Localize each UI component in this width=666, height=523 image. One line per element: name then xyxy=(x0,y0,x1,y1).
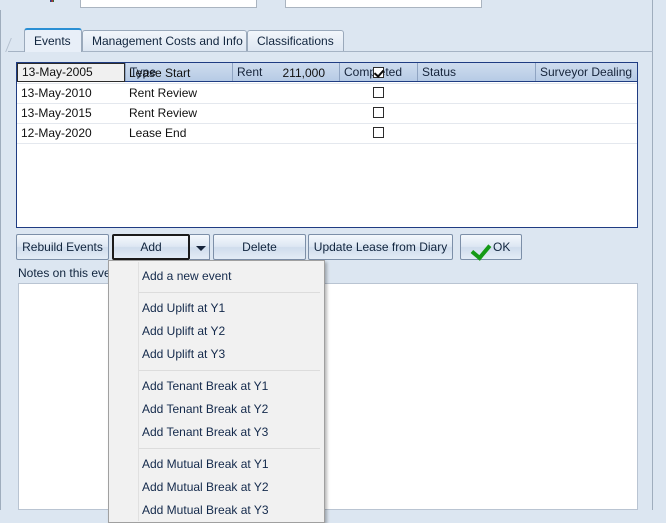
menu-item-add-uplift-at-y3[interactable]: Add Uplift at Y3 xyxy=(109,343,324,366)
window-frame-right-edge xyxy=(652,0,653,510)
completed-checkbox[interactable] xyxy=(372,87,384,98)
events-grid[interactable]: DateTypeRentCompletedStatusSurveyor Deal… xyxy=(16,62,638,228)
add-dropdown-arrow-button[interactable] xyxy=(190,234,210,260)
cell-completed[interactable] xyxy=(339,83,417,103)
green-check-icon xyxy=(470,239,492,261)
menu-item-add-uplift-at-y2[interactable]: Add Uplift at Y2 xyxy=(109,320,324,343)
menu-item-add-mutual-break-at-y2[interactable]: Add Mutual Break at Y2 xyxy=(109,476,324,499)
cell-type[interactable]: Rent Review xyxy=(125,83,232,103)
cell-rent[interactable] xyxy=(232,103,339,123)
cell-surveyor-dealing[interactable] xyxy=(535,83,637,103)
menu-separator xyxy=(139,370,320,371)
cell-date[interactable]: 13-May-2015 xyxy=(17,103,125,123)
update-lease-from-diary-button[interactable]: Update Lease from Diary xyxy=(308,234,453,260)
menu-item-add-tenant-break-at-y3[interactable]: Add Tenant Break at Y3 xyxy=(109,421,324,444)
menu-item-add-mutual-break-at-y3[interactable]: Add Mutual Break at Y3 xyxy=(109,499,324,522)
cell-date[interactable]: 12-May-2020 xyxy=(17,123,125,143)
cell-type[interactable]: Lease Start xyxy=(125,63,232,83)
cell-type[interactable]: Lease End xyxy=(125,123,232,143)
cell-surveyor-dealing[interactable] xyxy=(535,123,637,143)
top-partial-field-strip xyxy=(0,0,666,10)
menu-item-list[interactable]: Add a new event Add Uplift at Y1 Add Uplif… xyxy=(109,265,324,522)
tab-events[interactable]: Events xyxy=(24,28,82,52)
table-row[interactable]: 13-May-2010 Rent Review xyxy=(17,83,637,104)
cell-type[interactable]: Rent Review xyxy=(125,103,232,123)
menu-item-add-mutual-break-at-y1[interactable]: Add Mutual Break at Y1 xyxy=(109,453,324,476)
cell-rent[interactable]: 211,000 xyxy=(232,63,339,83)
top-partial-input-1[interactable] xyxy=(80,0,257,8)
cell-surveyor-dealing[interactable] xyxy=(535,63,637,83)
tab-management-costs-and-info[interactable]: Management Costs and Info xyxy=(82,30,247,52)
completed-checkbox[interactable] xyxy=(372,127,384,138)
delete-button[interactable]: Delete xyxy=(213,234,306,260)
add-dropdown-menu[interactable]: Add a new event Add Uplift at Y1 Add Uplif… xyxy=(108,260,325,523)
tab-strip-leading-edge xyxy=(5,38,26,52)
top-colored-marker xyxy=(50,0,54,2)
completed-checkbox[interactable] xyxy=(372,67,384,78)
chevron-down-icon xyxy=(196,246,206,251)
cell-status[interactable] xyxy=(417,63,535,83)
tab-classifications[interactable]: Classifications xyxy=(247,30,344,52)
notes-label: Notes on this eve xyxy=(18,266,111,280)
cell-rent[interactable] xyxy=(232,123,339,143)
cell-completed[interactable] xyxy=(339,63,417,83)
menu-item-add-tenant-break-at-y2[interactable]: Add Tenant Break at Y2 xyxy=(109,398,324,421)
cell-status[interactable] xyxy=(417,103,535,123)
cell-rent[interactable] xyxy=(232,83,339,103)
menu-separator xyxy=(139,292,320,293)
table-row[interactable]: 13-May-2015 Rent Review xyxy=(17,103,637,124)
cell-completed[interactable] xyxy=(339,123,417,143)
cell-completed[interactable] xyxy=(339,103,417,123)
add-button[interactable]: Add xyxy=(112,234,190,260)
cell-date[interactable]: 13-May-2005 xyxy=(17,63,125,82)
completed-checkbox[interactable] xyxy=(372,107,384,118)
ok-button[interactable]: OK xyxy=(460,234,522,261)
cell-date[interactable]: 13-May-2010 xyxy=(17,83,125,103)
tab-strip-underline xyxy=(8,51,653,52)
cell-status[interactable] xyxy=(417,123,535,143)
menu-item-add-uplift-at-y1[interactable]: Add Uplift at Y1 xyxy=(109,297,324,320)
window-frame-left-edge xyxy=(0,10,1,510)
table-row[interactable]: 13-May-2005 Lease Start 211,000 xyxy=(17,63,637,84)
top-partial-input-2[interactable] xyxy=(285,0,482,8)
tab-strip: Events Management Costs and Info Classific… xyxy=(5,28,648,52)
rebuild-events-button[interactable]: Rebuild Events xyxy=(16,234,109,260)
menu-separator xyxy=(139,448,320,449)
table-row[interactable]: 12-May-2020 Lease End xyxy=(17,123,637,144)
menu-item-add-a-new-event[interactable]: Add a new event xyxy=(109,265,324,288)
ok-button-label: OK xyxy=(493,240,511,254)
cell-surveyor-dealing[interactable] xyxy=(535,103,637,123)
cell-status[interactable] xyxy=(417,83,535,103)
menu-item-add-tenant-break-at-y1[interactable]: Add Tenant Break at Y1 xyxy=(109,375,324,398)
